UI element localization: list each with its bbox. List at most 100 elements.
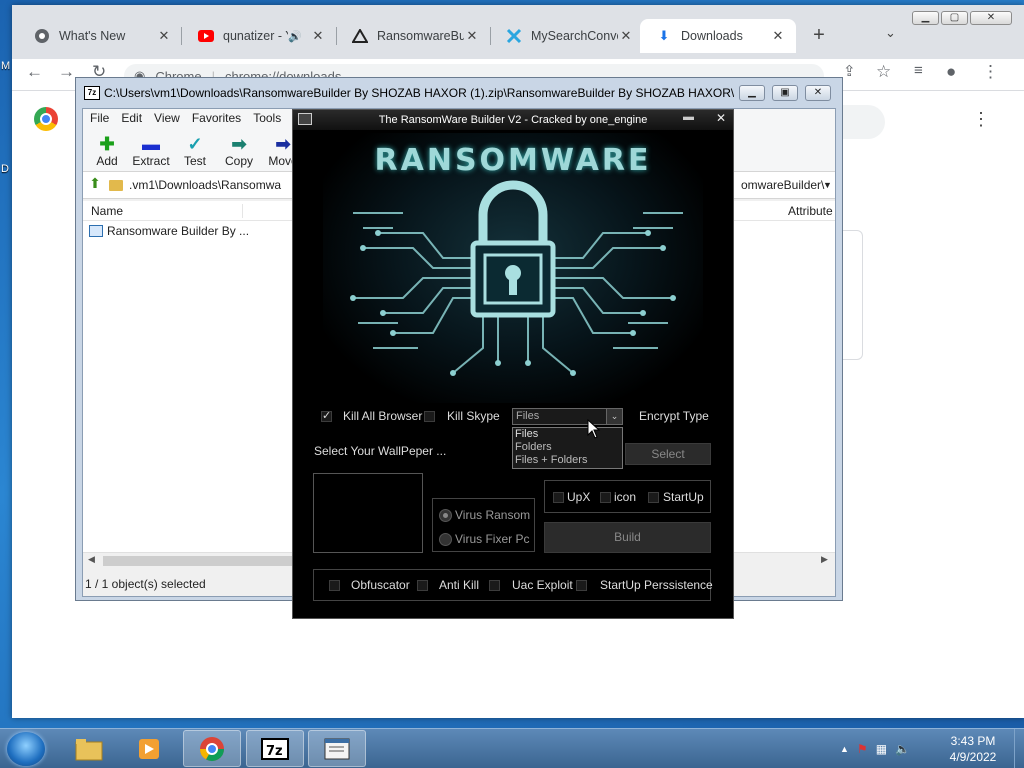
menu-tools[interactable]: Tools (253, 111, 281, 125)
column-attributes[interactable]: Attribute (788, 204, 833, 218)
select-wallpaper-button[interactable]: Select (625, 443, 711, 465)
tool-label: Copy (224, 154, 253, 168)
path-input-tail[interactable]: omwareBuilder\ (741, 178, 824, 192)
test-button[interactable]: ✓ Test (175, 127, 215, 171)
clock-time: 3:43 PM (950, 734, 996, 748)
path-dropdown-icon[interactable]: ▼ (823, 180, 832, 190)
tool-label: Add (96, 154, 118, 168)
volume-icon[interactable]: 🔈 (895, 742, 910, 756)
tab-title: MySearchConver (531, 29, 618, 43)
close-button[interactable]: ✕ (805, 85, 831, 101)
chevron-down-icon[interactable]: ⌄ (606, 409, 622, 424)
add-button[interactable]: ✚ Add (87, 127, 127, 171)
close-button[interactable]: ✕ (716, 111, 726, 125)
media-control-icon[interactable]: ≡ (914, 62, 923, 79)
copy-button[interactable]: ➡ Copy (219, 127, 259, 171)
close-tab-icon[interactable]: ✕ (618, 28, 634, 44)
back-arrow-icon[interactable]: ← (26, 62, 43, 82)
ransomware-banner-image: RANSOMWARE (323, 133, 703, 403)
tab-mysearchconver[interactable]: MySearchConver ✕ (490, 19, 644, 53)
7zip-titlebar: 7z C:\Users\vm1\Downloads\RansomwareBuil… (76, 78, 842, 108)
desktop-text-fragment: M (1, 60, 11, 72)
maximize-button[interactable]: ▢ (941, 11, 968, 25)
taskbar-7zip[interactable]: 7z (246, 730, 304, 767)
up-folder-icon[interactable]: ⬆ (85, 175, 105, 195)
menu-view[interactable]: View (154, 111, 180, 125)
close-button[interactable]: ✕ (970, 11, 1012, 25)
file-name: Ransomware Builder By ... (107, 224, 250, 238)
tab-youtube[interactable]: qunatizer - Y 🔊 ✕ (182, 19, 336, 53)
taskbar-media-player[interactable] (120, 730, 178, 767)
7zip-title: C:\Users\vm1\Downloads\RansomwareBuilder… (104, 86, 734, 100)
tab-ransomwarebuilder[interactable]: RansomwareBuil ✕ (336, 19, 490, 53)
menu-favorites[interactable]: Favorites (192, 111, 241, 125)
taskbar-chrome[interactable] (183, 730, 241, 767)
scroll-thumb[interactable] (103, 556, 293, 566)
startup-persistence-checkbox[interactable] (576, 580, 587, 591)
show-desktop-button[interactable] (1014, 729, 1024, 768)
profile-avatar-icon[interactable]: ● (946, 62, 956, 82)
virus-type-group: Virus Ransom Virus Fixer Pc (432, 498, 535, 552)
7zip-logo-icon: 7z (84, 86, 100, 100)
tab-downloads[interactable]: ⬇ Downloads ✕ (640, 19, 796, 53)
banner-title: RANSOMWARE (374, 143, 652, 178)
builder-titlebar: The RansomWare Builder V2 - Cracked by o… (293, 110, 733, 130)
close-tab-icon[interactable]: ✕ (464, 28, 480, 44)
close-tab-icon[interactable]: ✕ (310, 28, 326, 44)
bookmark-star-icon[interactable]: ☆ (876, 62, 891, 82)
show-hidden-icons-icon[interactable]: ▲ (840, 744, 849, 754)
test-icon: ✓ (187, 134, 203, 154)
icon-checkbox[interactable] (600, 492, 611, 503)
kill-all-browser-label: Kill All Browser (343, 409, 423, 423)
maximize-button[interactable]: ▣ (772, 85, 798, 101)
downloads-more-menu-icon[interactable]: ⋮ (972, 109, 990, 130)
clock-date: 4/9/2022 (949, 750, 997, 764)
virus-fixer-radio[interactable] (439, 533, 452, 546)
menu-edit[interactable]: Edit (121, 111, 142, 125)
minimize-button[interactable]: ▬ (683, 111, 694, 123)
close-tab-icon[interactable]: ✕ (770, 28, 786, 44)
kill-all-browser-checkbox[interactable] (321, 409, 332, 422)
anti-kill-checkbox[interactable] (417, 580, 428, 591)
uac-exploit-checkbox[interactable] (489, 580, 500, 591)
minimize-button[interactable]: ▁ (739, 85, 765, 101)
network-icon[interactable]: ▦ (876, 742, 887, 756)
scroll-right-icon[interactable]: ▶ (821, 554, 828, 565)
exe-file-icon (89, 225, 103, 237)
tab-search-chevron-icon[interactable]: ⌄ (885, 25, 896, 41)
speaker-icon[interactable]: 🔊 (288, 30, 302, 43)
taskbar-explorer[interactable] (60, 730, 118, 767)
encrypt-type-select[interactable]: Files ⌄ (512, 408, 623, 425)
mouse-cursor-icon (587, 419, 601, 439)
add-icon: ✚ (99, 134, 115, 154)
dropdown-option-files-folders[interactable]: Files + Folders (513, 454, 622, 467)
share-icon[interactable]: ⇪ (843, 62, 856, 80)
close-tab-icon[interactable]: ✕ (156, 28, 172, 44)
virus-ransom-radio[interactable] (439, 509, 452, 522)
extract-button[interactable]: ▬ Extract (131, 127, 171, 171)
wallpaper-preview[interactable] (313, 473, 423, 553)
taskbar-ransomware-builder[interactable] (308, 730, 366, 767)
clock[interactable]: 3:43 PM 4/9/2022 (938, 733, 1008, 765)
start-button[interactable] (7, 732, 45, 766)
tool-label: Extract (132, 154, 170, 168)
tab-whats-new[interactable]: What's New ✕ (18, 19, 182, 53)
upx-checkbox[interactable] (553, 492, 564, 503)
kill-skype-checkbox[interactable] (424, 411, 435, 422)
forward-arrow-icon[interactable]: → (58, 62, 75, 82)
chrome-menu-icon[interactable]: ⋮ (982, 62, 999, 82)
minimize-button[interactable]: ▁ (912, 11, 939, 25)
new-tab-button[interactable]: + (805, 23, 833, 49)
action-center-flag-icon[interactable]: ⚑ (857, 742, 868, 756)
scroll-left-icon[interactable]: ◀ (88, 554, 95, 565)
dropdown-option-files[interactable]: Files (513, 428, 622, 441)
startup-checkbox[interactable] (648, 492, 659, 503)
upx-label: UpX (567, 490, 591, 504)
build-button[interactable]: Build (544, 522, 711, 553)
dropdown-option-folders[interactable]: Folders (513, 441, 622, 454)
obfuscator-checkbox[interactable] (329, 580, 340, 591)
path-input[interactable]: .vm1\Downloads\Ransomwa (129, 178, 289, 192)
column-name[interactable]: Name (83, 203, 243, 218)
menu-file[interactable]: File (90, 111, 109, 125)
tab-strip: What's New ✕ qunatizer - Y 🔊 ✕ Ransomwar… (12, 5, 1024, 59)
